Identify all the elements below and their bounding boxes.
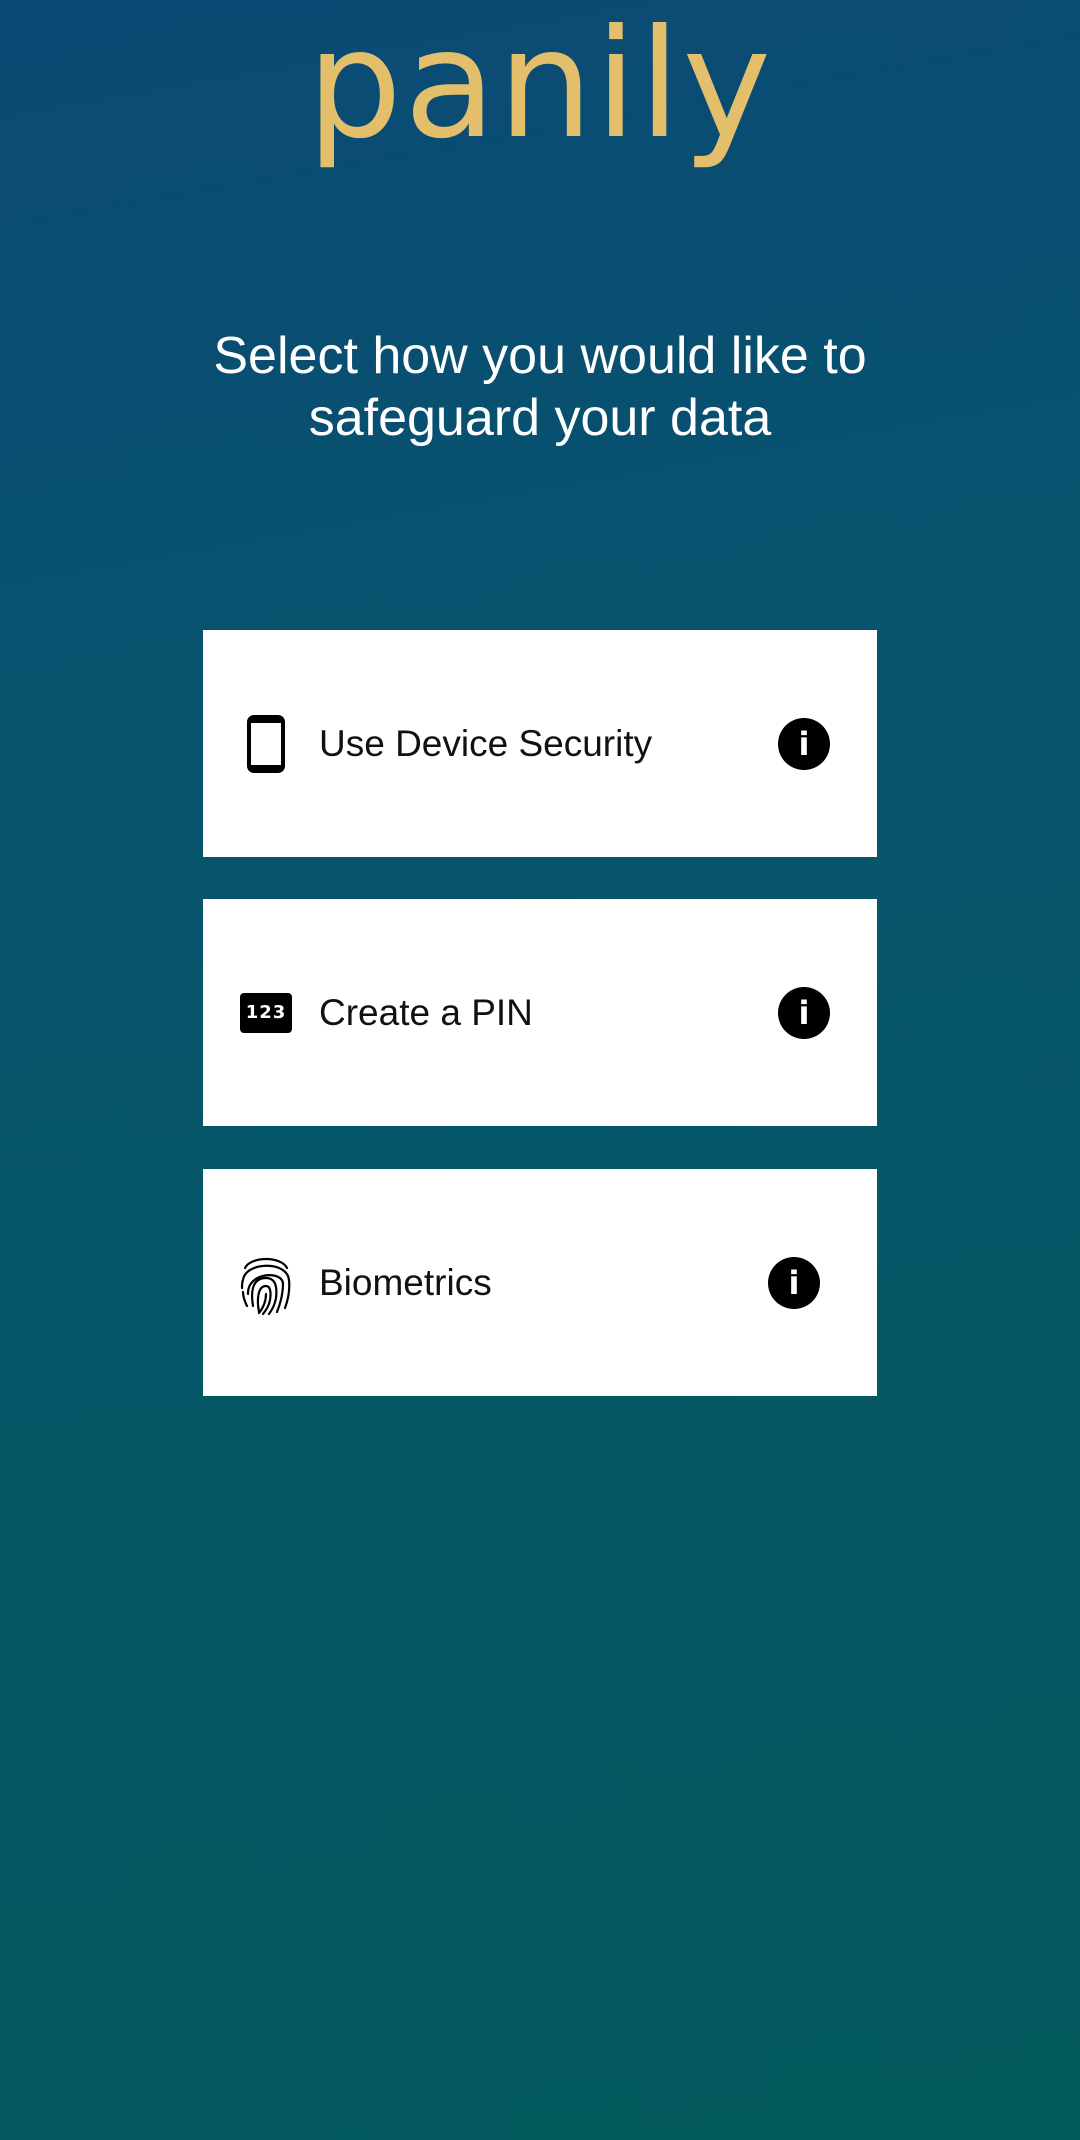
info-icon[interactable]: i: [778, 986, 830, 1039]
page-subtitle: Select how you would like to safeguard y…: [213, 327, 867, 447]
phone-icon: [236, 709, 296, 779]
pin-badge-text: 123: [240, 992, 292, 1033]
info-icon[interactable]: i: [778, 717, 830, 770]
option-label: Use Device Security: [319, 722, 653, 764]
option-device-security[interactable]: Use Device Security i: [203, 630, 877, 857]
option-label: Biometrics: [319, 1261, 492, 1303]
option-label: Create a PIN: [319, 991, 533, 1033]
app-logo: panily: [0, 0, 1080, 180]
option-biometrics[interactable]: Biometrics i: [203, 1169, 877, 1396]
option-create-pin[interactable]: 123 Create a PIN i: [203, 899, 877, 1126]
info-icon[interactable]: i: [768, 1256, 820, 1309]
pin-123-icon: 123: [236, 978, 296, 1048]
fingerprint-icon: [236, 1248, 296, 1318]
logo-text: panily: [306, 0, 774, 172]
